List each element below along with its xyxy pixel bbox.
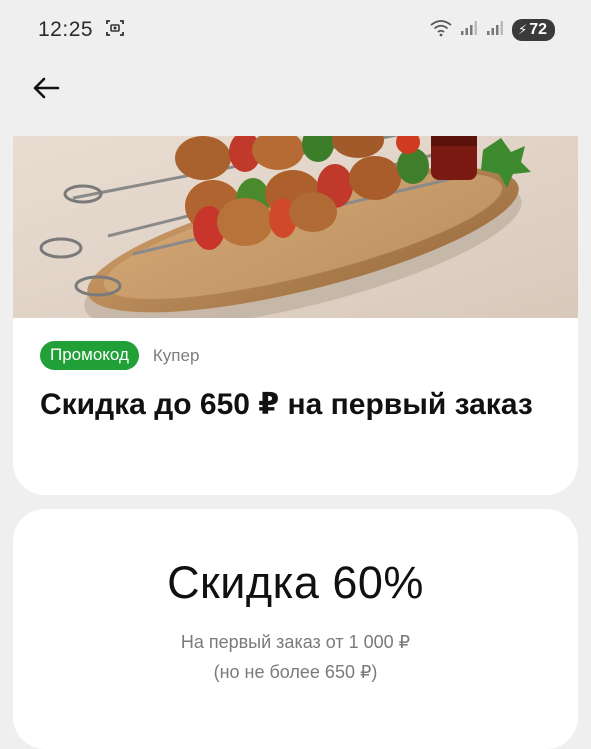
status-right: ⚡ 72 <box>430 19 555 42</box>
discount-limit: (но не более 650 ₽) <box>213 662 378 682</box>
battery-indicator: ⚡ 72 <box>512 19 555 41</box>
promo-badge: Промокод <box>40 341 139 370</box>
status-bar: 12:25 ⚡ 72 <box>0 0 591 60</box>
battery-level: 72 <box>529 21 547 38</box>
screenshot-icon <box>105 18 125 43</box>
discount-condition: На первый заказ от 1 000 ₽ <box>180 632 411 652</box>
discount-description: На первый заказ от 1 000 ₽ (но не более … <box>13 627 578 687</box>
promo-store-name: Купер <box>152 345 200 365</box>
wifi-icon <box>430 19 452 42</box>
arrow-left-icon <box>32 76 60 105</box>
back-button[interactable] <box>26 70 66 110</box>
discount-card: Скидка 60% На первый заказ от 1 000 ₽ (н… <box>13 509 578 749</box>
promo-card[interactable]: Промокод Купер Скидка до 650 ₽ на первый… <box>13 136 578 495</box>
signal-icon <box>486 20 504 41</box>
signal-icon <box>460 20 478 41</box>
discount-title: Скидка 60% <box>167 557 424 608</box>
promo-title: Скидка до 650 ₽ на первый заказ <box>40 388 533 421</box>
status-time: 12:25 <box>38 18 94 41</box>
promo-image <box>13 136 578 329</box>
status-left: 12:25 <box>38 18 125 43</box>
battery-charging-icon: ⚡ <box>518 22 528 37</box>
promo-meta: Промокод Купер <box>40 341 199 370</box>
